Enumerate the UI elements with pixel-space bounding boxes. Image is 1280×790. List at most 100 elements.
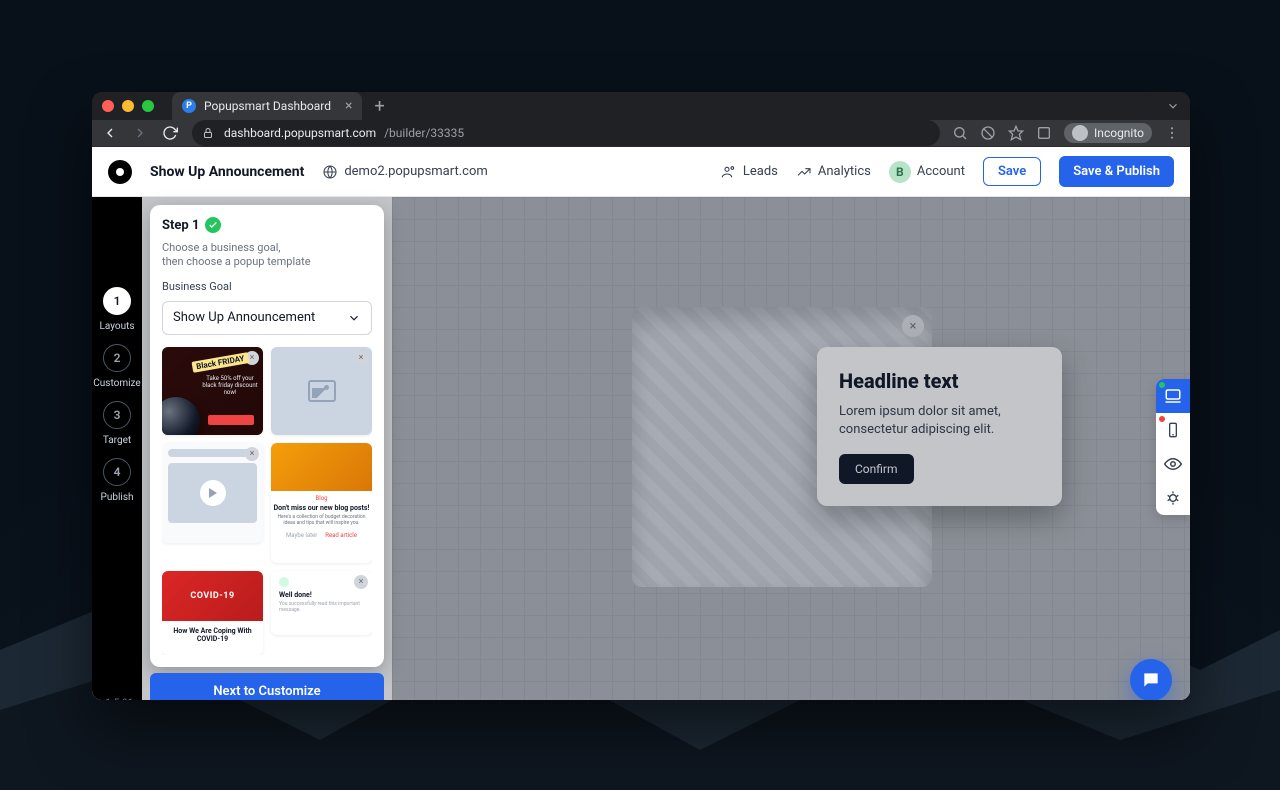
preview-desktop-button[interactable] bbox=[1156, 379, 1190, 413]
template-close-icon: × bbox=[354, 575, 368, 589]
app-logo[interactable] bbox=[108, 160, 132, 184]
status-dot-red bbox=[1159, 416, 1165, 422]
step-target-label: Target bbox=[103, 435, 131, 446]
template-close-icon: × bbox=[354, 351, 368, 365]
tab-favicon: P bbox=[182, 99, 196, 113]
blog-badge: Blog bbox=[271, 495, 372, 502]
extensions-icon[interactable] bbox=[1036, 125, 1052, 141]
maximize-window-button[interactable] bbox=[142, 100, 154, 112]
save-button[interactable]: Save bbox=[983, 157, 1041, 186]
welldone-sub: You successfully read this important mes… bbox=[279, 601, 364, 613]
no-tracking-icon[interactable] bbox=[980, 125, 996, 141]
panel-step-title: Step 1 bbox=[162, 218, 199, 233]
play-icon bbox=[200, 480, 226, 506]
leads-icon bbox=[721, 164, 737, 180]
site-selector[interactable]: demo2.popupsmart.com bbox=[322, 164, 487, 180]
panel-step-header: Step 1 bbox=[162, 217, 372, 233]
lock-icon bbox=[202, 127, 216, 139]
debug-button[interactable] bbox=[1156, 481, 1190, 515]
tab-close-icon[interactable]: × bbox=[345, 98, 352, 114]
business-goal-select[interactable]: Show Up Announcement bbox=[162, 301, 372, 335]
tab-title: Popupsmart Dashboard bbox=[204, 99, 331, 113]
step-customize-label: Customize bbox=[93, 378, 140, 389]
template-blog-post[interactable]: Blog Don't miss our new blog posts! Here… bbox=[271, 443, 372, 563]
tabs-overflow-button[interactable] bbox=[1166, 99, 1180, 113]
chevron-down-icon bbox=[347, 311, 361, 325]
next-to-customize-button[interactable]: Next to Customize bbox=[150, 673, 384, 700]
window-controls bbox=[102, 100, 154, 112]
preview-visibility-button[interactable] bbox=[1156, 447, 1190, 481]
step-target[interactable]: 3 bbox=[103, 401, 131, 429]
nav-account[interactable]: B Account bbox=[889, 161, 965, 183]
template-covid[interactable]: COVID-19 How We Are Coping With COVID-19 bbox=[162, 571, 263, 655]
url-path: /builder/33335 bbox=[384, 126, 464, 140]
template-text: Take 50% off your black friday discount … bbox=[200, 375, 260, 397]
step-layouts-label: Layouts bbox=[99, 321, 134, 332]
template-cta bbox=[208, 415, 254, 425]
nav-analytics[interactable]: Analytics bbox=[796, 164, 871, 180]
check-circle-icon bbox=[279, 577, 289, 587]
blog-maybe-later: Maybe later bbox=[286, 532, 317, 539]
builder-steps-nav: 1 Layouts 2 Customize 3 Target 4 Publish… bbox=[92, 197, 142, 700]
step-customize[interactable]: 2 bbox=[103, 344, 131, 372]
builder-canvas[interactable]: × Headline text Lorem ipsum dolor sit am… bbox=[392, 197, 1190, 700]
step-publish[interactable]: 4 bbox=[103, 458, 131, 486]
video-bar bbox=[168, 449, 257, 457]
popup-close-icon[interactable]: × bbox=[902, 315, 924, 337]
nav-reload-button[interactable] bbox=[162, 125, 180, 141]
business-goal-value: Show Up Announcement bbox=[173, 310, 315, 325]
blog-paragraph: Here's a collection of budget decoration… bbox=[271, 514, 372, 526]
save-publish-button[interactable]: Save & Publish bbox=[1059, 156, 1174, 187]
app-version: v1.5.91 bbox=[101, 698, 134, 700]
template-close-icon: × bbox=[245, 447, 259, 461]
popup-body-text[interactable]: Lorem ipsum dolor sit amet, consectetur … bbox=[839, 403, 1040, 438]
template-image-card[interactable]: × bbox=[271, 347, 372, 435]
analytics-icon bbox=[796, 164, 812, 180]
bomb-icon bbox=[162, 397, 200, 435]
url-domain: dashboard.popupsmart.com bbox=[224, 126, 376, 140]
layout-side-panel: Step 1 Choose a business goal, then choo… bbox=[142, 197, 392, 700]
minimize-window-button[interactable] bbox=[122, 100, 134, 112]
popup-card[interactable]: Headline text Lorem ipsum dolor sit amet… bbox=[817, 347, 1062, 506]
covid-badge: COVID-19 bbox=[190, 591, 234, 601]
browser-window: P Popupsmart Dashboard × + dashboard.pop… bbox=[92, 92, 1190, 700]
nav-forward-button[interactable] bbox=[132, 125, 150, 141]
popup-headline[interactable]: Headline text bbox=[839, 369, 1040, 393]
video-box bbox=[168, 463, 257, 523]
template-black-friday[interactable]: × Black FRIDAY Take 50% off your black f… bbox=[162, 347, 263, 435]
address-input[interactable]: dashboard.popupsmart.com/builder/33335 bbox=[192, 120, 940, 146]
search-icon[interactable] bbox=[952, 125, 968, 141]
business-goal-label: Business Goal bbox=[162, 280, 372, 293]
template-tag: Black FRIDAY bbox=[191, 352, 249, 373]
browser-tab[interactable]: P Popupsmart Dashboard × bbox=[172, 92, 362, 120]
globe-icon bbox=[322, 164, 338, 180]
browser-menu-icon[interactable] bbox=[1164, 125, 1180, 141]
step-publish-label: Publish bbox=[101, 492, 134, 503]
preview-mobile-button[interactable] bbox=[1156, 413, 1190, 447]
template-well-done[interactable]: × Well done! You successfully read this … bbox=[271, 571, 372, 635]
step-done-icon bbox=[205, 217, 221, 233]
image-placeholder-icon bbox=[308, 380, 336, 402]
nav-analytics-label: Analytics bbox=[818, 164, 871, 179]
nav-leads[interactable]: Leads bbox=[721, 164, 778, 180]
covid-hero: COVID-19 bbox=[162, 571, 263, 621]
nav-back-button[interactable] bbox=[102, 125, 120, 141]
popup-confirm-button[interactable]: Confirm bbox=[839, 454, 914, 484]
bookmark-icon[interactable] bbox=[1008, 125, 1024, 141]
blog-hero bbox=[271, 443, 372, 491]
nav-leads-label: Leads bbox=[743, 164, 778, 179]
app-root: Show Up Announcement demo2.popupsmart.co… bbox=[92, 147, 1190, 700]
incognito-badge[interactable]: Incognito bbox=[1064, 123, 1152, 143]
step-layouts[interactable]: 1 bbox=[103, 287, 131, 315]
close-window-button[interactable] bbox=[102, 100, 114, 112]
status-dot-green bbox=[1159, 382, 1165, 388]
browser-tabbar: P Popupsmart Dashboard × + bbox=[92, 92, 1190, 120]
site-domain: demo2.popupsmart.com bbox=[344, 164, 487, 179]
welldone-title: Well done! bbox=[279, 591, 364, 599]
intercom-launcher[interactable] bbox=[1130, 659, 1172, 700]
browser-action-icons: Incognito bbox=[952, 123, 1180, 143]
template-video-card[interactable]: × bbox=[162, 443, 263, 543]
new-tab-button[interactable]: + bbox=[370, 96, 388, 117]
template-grid: × Black FRIDAY Take 50% off your black f… bbox=[162, 343, 372, 655]
app-body: 1 Layouts 2 Customize 3 Target 4 Publish… bbox=[92, 197, 1190, 700]
